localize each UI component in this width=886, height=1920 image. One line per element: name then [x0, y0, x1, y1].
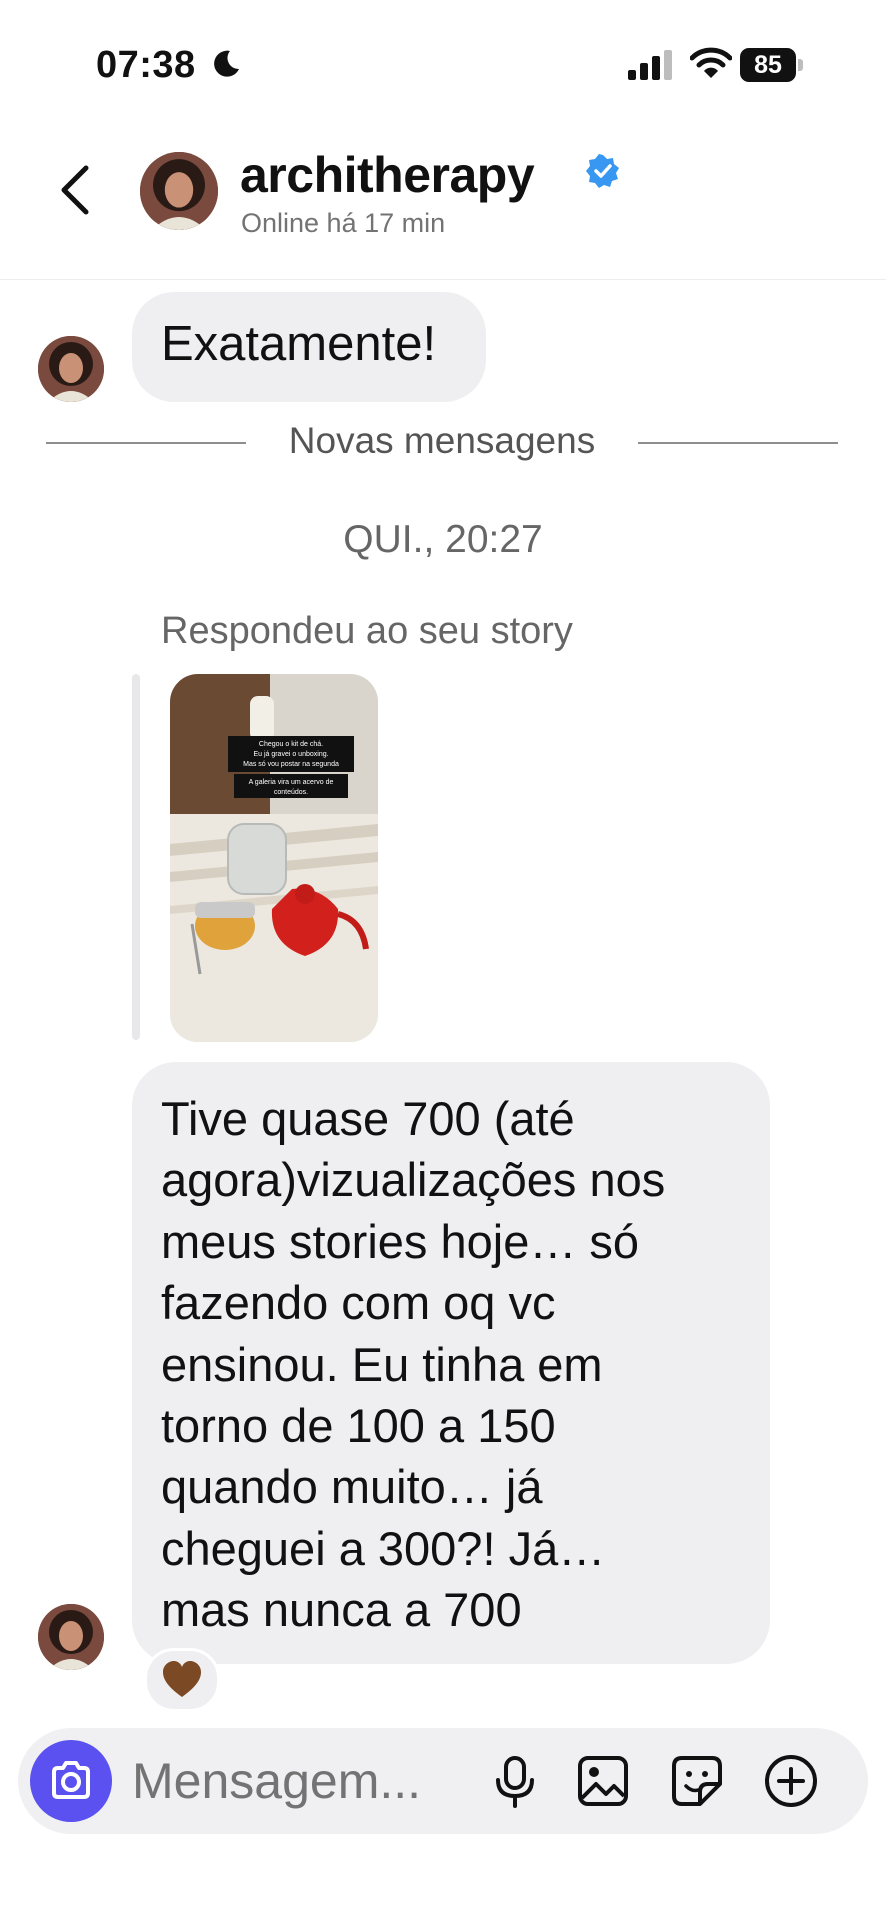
new-messages-line-right	[638, 442, 838, 444]
svg-text:conteúdos.: conteúdos.	[274, 789, 308, 796]
battery-icon: 85	[740, 48, 804, 82]
date-separator: QUI., 20:27	[343, 518, 543, 561]
chat-username[interactable]: architherapy	[240, 146, 535, 204]
status-time: 07:38	[96, 44, 196, 86]
new-messages-label: Novas mensagens	[288, 420, 596, 461]
story-thumbnail[interactable]: Chegou o kit de chá. Eu já gravei o unbo…	[170, 674, 378, 1042]
sender-avatar[interactable]	[38, 336, 104, 402]
reaction-badge[interactable]	[144, 1648, 220, 1712]
wifi-icon	[690, 47, 732, 78]
camera-icon	[52, 1761, 90, 1799]
brown-heart-icon	[163, 1661, 201, 1697]
new-messages-line-left	[46, 442, 246, 444]
reply-indicator-bar	[132, 674, 140, 1040]
svg-text:Chegou o kit de chá.: Chegou o kit de chá.	[259, 741, 323, 748]
battery-level: 85	[754, 51, 782, 79]
sender-avatar[interactable]	[38, 1604, 104, 1670]
header-divider	[0, 279, 886, 280]
message-bubble[interactable]: Tive quase 700 (até agora)vizualizações …	[132, 1062, 770, 1664]
plus-circle-icon[interactable]	[762, 1752, 820, 1810]
message-text: Exatamente!	[161, 317, 437, 371]
sticker-icon[interactable]	[668, 1752, 726, 1810]
svg-text:Eu já gravei o unboxing.: Eu já gravei o unboxing.	[253, 751, 328, 758]
story-reply-label: Respondeu ao seu story	[161, 610, 573, 652]
svg-text:Mas só vou postar na segunda: Mas só vou postar na segunda	[243, 761, 339, 768]
microphone-icon[interactable]	[486, 1752, 544, 1810]
message-bubble[interactable]: Exatamente!	[132, 292, 486, 402]
camera-button[interactable]	[30, 1740, 112, 1822]
message-input[interactable]: Mensagem...	[132, 1752, 421, 1810]
svg-text:A galeria vira um acervo de: A galeria vira um acervo de	[249, 779, 334, 786]
online-status: Online há 17 min	[241, 208, 446, 238]
signal-icon	[628, 50, 672, 80]
gallery-icon[interactable]	[574, 1752, 632, 1810]
avatar[interactable]	[140, 152, 218, 230]
message-text: Tive quase 700 (até agora)vizualizações …	[161, 1092, 666, 1637]
verified-badge-icon	[586, 154, 619, 188]
back-chevron-icon[interactable]	[56, 160, 96, 220]
moon-icon	[214, 50, 239, 77]
